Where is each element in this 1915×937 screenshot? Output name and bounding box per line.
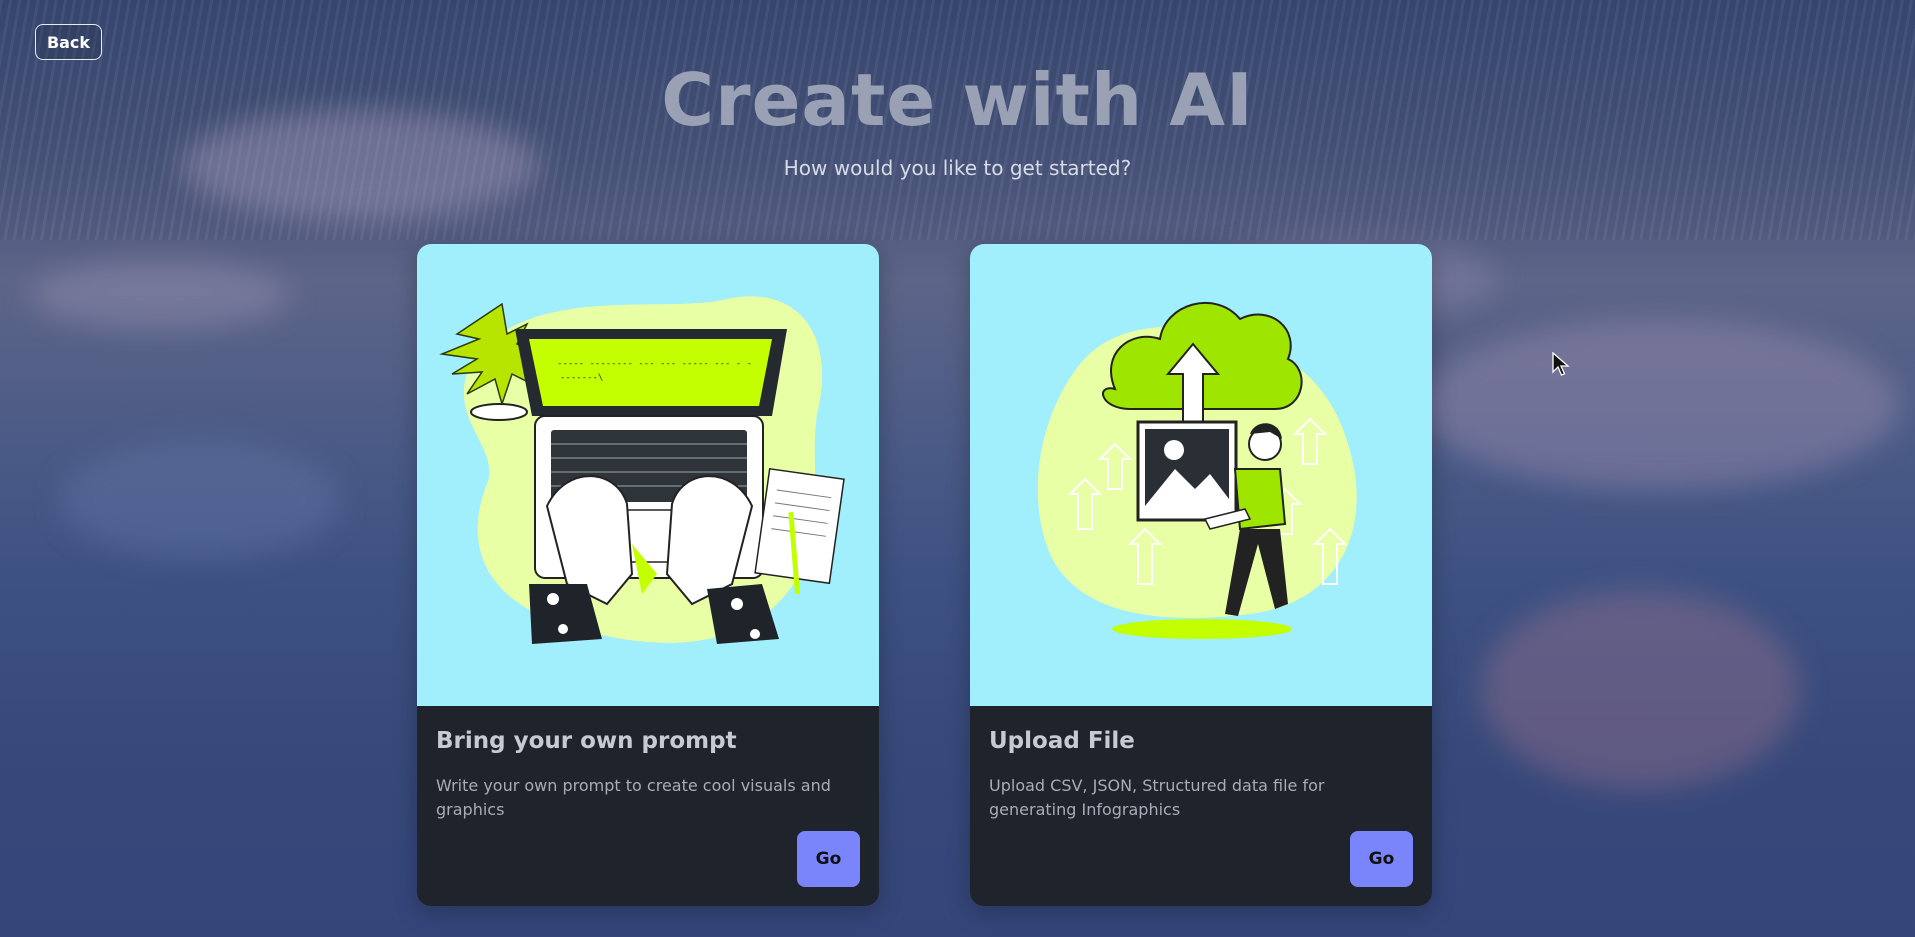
screen-code-line: ----- -------- --- --- ----- --- - -	[557, 359, 752, 369]
background-cloud	[30, 260, 290, 330]
background-cloud	[60, 440, 340, 560]
page-title: Create with AI	[661, 58, 1254, 142]
screen-code-line: -------\	[560, 373, 603, 383]
card-title: Upload File	[989, 728, 1135, 754]
card-description: Write your own prompt to create cool vis…	[436, 776, 831, 819]
page-subtitle: How would you like to get started?	[783, 156, 1132, 180]
card-description: Upload CSV, JSON, Structured data file f…	[989, 776, 1325, 819]
go-button-prompt[interactable]: Go	[797, 831, 860, 887]
mouse-cursor-icon	[1552, 352, 1570, 376]
background-cloud	[1480, 590, 1800, 790]
back-button[interactable]: Back	[35, 24, 102, 60]
go-button-upload[interactable]: Go	[1350, 831, 1413, 887]
option-card-prompt: ----- -------- --- --- ----- --- - - ---…	[417, 244, 879, 906]
card-title: Bring your own prompt	[436, 728, 737, 754]
background-cloud	[1420, 320, 1900, 490]
laptop-typing-illustration: ----- -------- --- --- ----- --- - - ---…	[417, 244, 879, 706]
cloud-upload-illustration	[970, 244, 1432, 706]
option-card-upload: Upload File Upload CSV, JSON, Structured…	[970, 244, 1432, 906]
